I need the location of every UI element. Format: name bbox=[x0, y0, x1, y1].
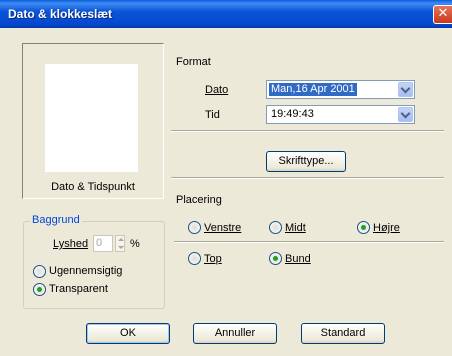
cancel-button[interactable]: Annuller bbox=[193, 323, 277, 344]
transparent-radio[interactable] bbox=[33, 283, 46, 296]
font-button[interactable]: Skrifttype... bbox=[266, 151, 346, 172]
preview-panel: Dato & Tidspunkt bbox=[22, 43, 164, 199]
opaque-radio[interactable] bbox=[33, 265, 46, 278]
top-label: Top bbox=[204, 253, 222, 265]
chevron-down-icon[interactable] bbox=[398, 107, 413, 122]
bottom-radio[interactable] bbox=[269, 252, 282, 265]
percent-sign: % bbox=[130, 238, 140, 250]
divider bbox=[171, 177, 444, 179]
time-combo[interactable]: 19:49:43 bbox=[266, 105, 415, 124]
divider bbox=[171, 130, 444, 132]
placement-heading: Placering bbox=[176, 194, 222, 206]
standard-button[interactable]: Standard bbox=[301, 323, 385, 344]
chevron-down-icon[interactable] bbox=[398, 82, 413, 97]
left-radio[interactable] bbox=[188, 221, 201, 234]
brightness-field[interactable]: 0 bbox=[93, 235, 113, 252]
background-legend: Baggrund bbox=[30, 214, 82, 226]
preview-page bbox=[45, 64, 138, 172]
preview-caption: Dato & Tidspunkt bbox=[51, 181, 135, 193]
format-heading: Format bbox=[176, 56, 211, 68]
window-title: Dato & klokkeslæt bbox=[8, 7, 113, 21]
brightness-label-text: Lyshed bbox=[53, 238, 89, 250]
date-value: Man,16 Apr 2001 bbox=[269, 83, 357, 96]
opaque-label: Ugennemsigtig bbox=[49, 265, 123, 277]
divider bbox=[174, 241, 444, 243]
close-button[interactable]: ✕ bbox=[433, 5, 452, 24]
time-label: Tid bbox=[205, 109, 220, 121]
time-value: 19:49:43 bbox=[271, 108, 314, 120]
ok-button[interactable]: OK bbox=[86, 323, 170, 344]
brightness-label: Lyshed bbox=[53, 238, 88, 250]
brightness-spinner[interactable] bbox=[115, 235, 125, 252]
right-label: Højre bbox=[373, 222, 400, 234]
date-label: Dato bbox=[205, 84, 229, 96]
brightness-value: 0 bbox=[96, 237, 103, 249]
title-bar: Dato & klokkeslæt ✕ bbox=[0, 0, 452, 28]
middle-label: Midt bbox=[285, 222, 306, 234]
transparent-label: Transparent bbox=[49, 283, 108, 295]
top-radio[interactable] bbox=[188, 252, 201, 265]
bottom-label: Bund bbox=[285, 253, 311, 265]
middle-radio[interactable] bbox=[269, 221, 282, 234]
close-icon: ✕ bbox=[437, 6, 449, 21]
left-label: Venstre bbox=[204, 222, 242, 234]
date-combo[interactable]: Man,16 Apr 2001 bbox=[266, 80, 415, 99]
right-radio[interactable] bbox=[357, 221, 370, 234]
